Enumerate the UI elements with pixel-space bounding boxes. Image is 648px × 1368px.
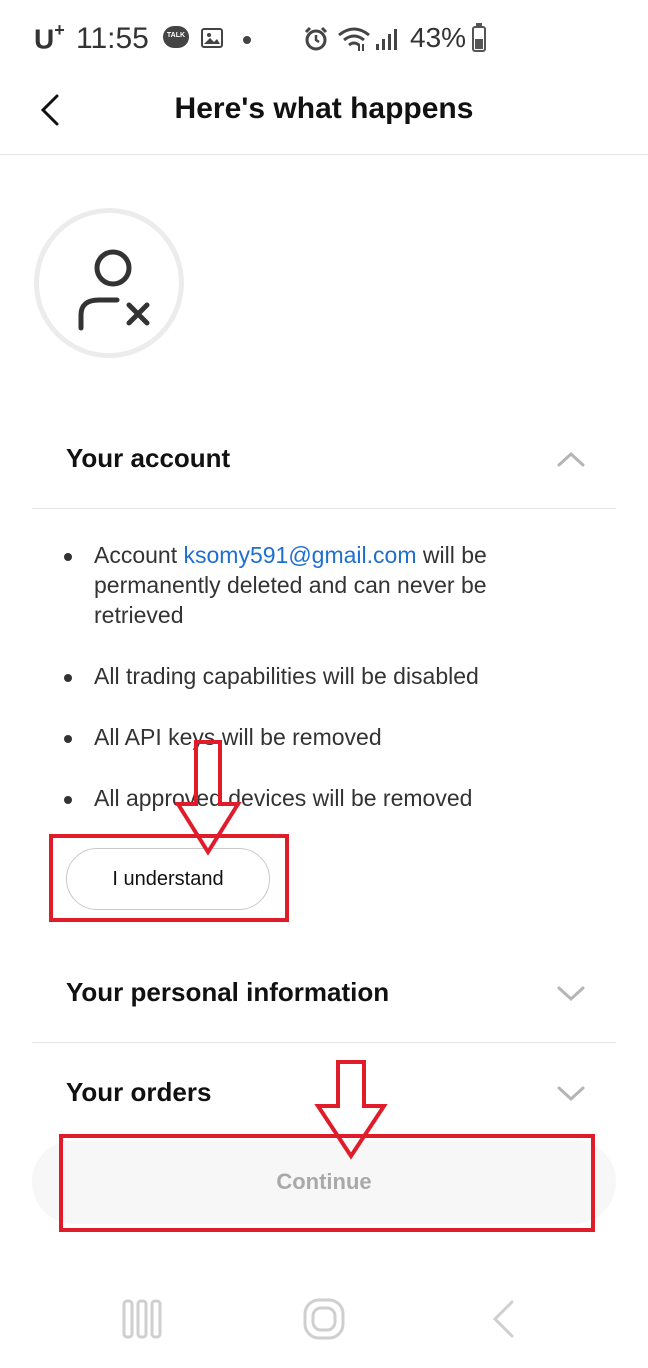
system-nav-bar [0,1270,648,1368]
list-item: All approved devices will be removed [62,783,562,813]
list-item: Account ksomy591@gmail.com will be perma… [62,540,562,630]
alarm-icon [303,26,329,57]
list-item: All trading capabilities will be disable… [62,661,562,691]
wifi-icon [337,26,371,57]
chevron-down-icon [557,1086,585,1102]
gallery-icon [201,28,223,48]
back-button[interactable] [30,88,70,132]
annotation-arrow-down-icon [174,740,242,856]
section-personal-toggle[interactable] [551,981,591,1010]
nav-back-icon[interactable] [488,1298,518,1340]
notification-dot-icon [243,36,251,44]
page-title: Here's what happens [174,92,474,125]
account-consequences-list: Account ksomy591@gmail.com will be perma… [62,540,562,844]
battery-icon [472,23,486,52]
list-item: All API keys will be removed [62,722,562,752]
section-divider [32,1042,616,1043]
battery-percent: 43% [410,22,467,53]
avatar [34,208,184,358]
annotation-arrow-down-icon [314,1060,388,1160]
recent-apps-icon[interactable] [120,1298,164,1340]
home-icon[interactable] [302,1297,346,1341]
carrier-label: U+ [34,20,65,55]
section-divider [32,508,616,509]
chevron-left-icon [40,94,59,126]
user-remove-icon [78,249,150,331]
section-account-title: Your account [66,443,231,473]
annotation-highlight-understand [49,834,289,922]
header-divider [0,154,648,155]
signal-icon [374,26,400,57]
status-time: 11:55 [76,22,149,55]
account-email-link[interactable]: ksomy591@gmail.com [184,542,417,568]
talk-icon: TALK [163,26,189,48]
chevron-up-icon [557,451,585,467]
status-bar: U+ 11:55 TALK 43% [0,0,648,80]
chevron-down-icon [557,986,585,1002]
section-personal-title: Your personal information [66,977,390,1007]
section-account-toggle[interactable] [551,447,591,476]
